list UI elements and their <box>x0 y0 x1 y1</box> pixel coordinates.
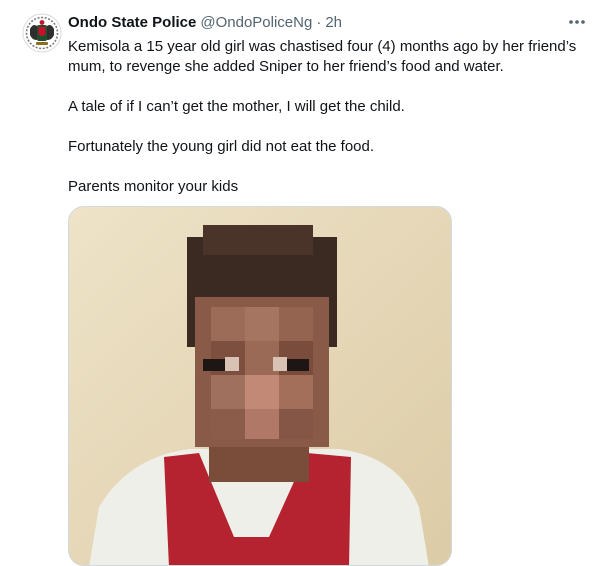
tweet-card[interactable]: Ondo State Police @OndoPoliceNg · 2h Kem… <box>0 0 599 566</box>
tweet-text: Kemisola a 15 year old girl was chastise… <box>68 37 588 217</box>
tweet-timestamp[interactable]: 2h <box>325 14 342 31</box>
pixelated-portrait-image <box>69 207 451 565</box>
tweet-header: Ondo State Police @OndoPoliceNg · 2h <box>68 12 342 32</box>
police-crest-logo <box>22 13 62 53</box>
tweet-paragraph: Kemisola a 15 year old girl was chastise… <box>68 38 577 75</box>
tweet-paragraph: Parents monitor your kids <box>68 178 239 195</box>
author-handle[interactable]: @OndoPoliceNg <box>200 14 312 31</box>
more-horizontal-icon <box>569 20 585 24</box>
author-name[interactable]: Ondo State Police <box>68 14 196 31</box>
tweet-paragraph: Fortunately the young girl did not eat t… <box>68 138 375 155</box>
author-avatar[interactable] <box>22 13 62 53</box>
more-options-button[interactable] <box>562 12 592 32</box>
tweet-paragraph: A tale of if I can’t get the mother, I w… <box>68 98 405 115</box>
header-separator: · <box>316 13 322 31</box>
tweet-photo[interactable] <box>68 206 452 566</box>
